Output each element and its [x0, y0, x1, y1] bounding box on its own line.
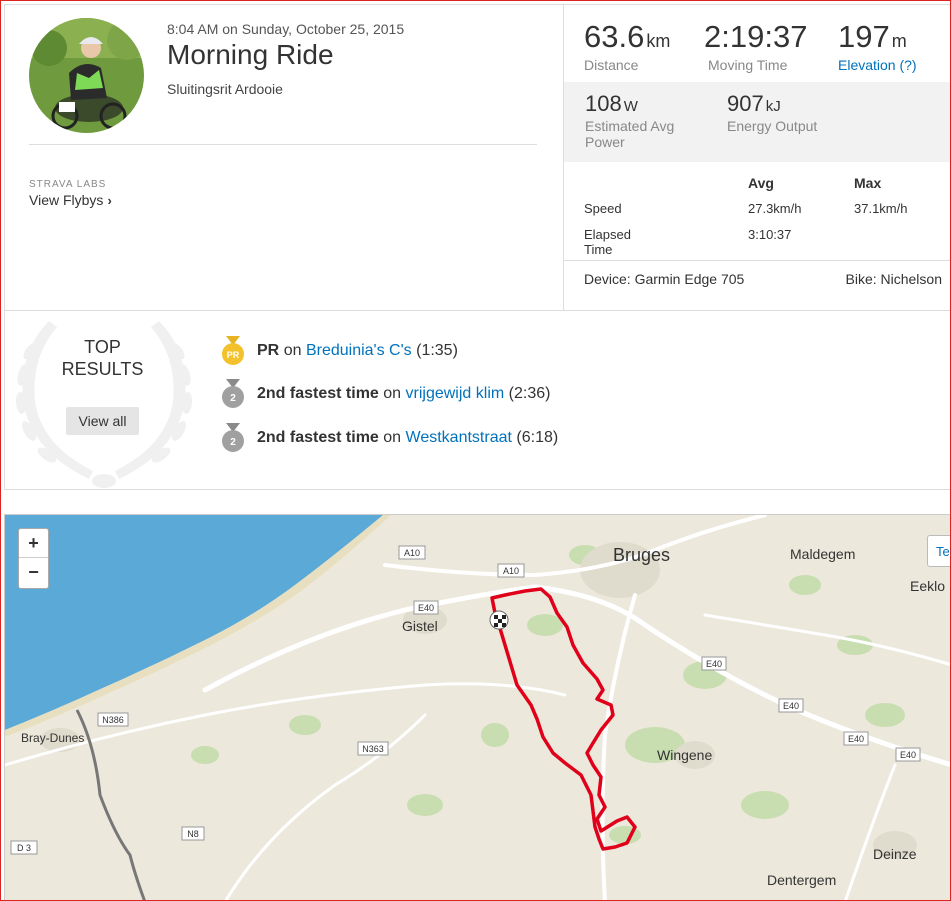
bike-info: Bike: Nichelson	[845, 271, 943, 287]
road-label-a10: A10	[404, 548, 420, 558]
effort-on: on	[383, 429, 402, 446]
top-results-title-line1: TOP	[84, 337, 121, 357]
athlete-avatar[interactable]	[29, 18, 144, 133]
top-results-title: TOP RESULTS	[45, 336, 160, 380]
moving-time-value: 2:19:37	[704, 19, 808, 54]
place-label-bruges: Bruges	[613, 545, 670, 565]
speed-label: Speed	[584, 201, 622, 216]
zoom-in-button[interactable]: +	[19, 529, 48, 558]
elevation-unit: m	[891, 31, 907, 51]
silver-medal-icon: 2	[222, 423, 244, 452]
place-label-bray-dunes: Bray-Dunes	[21, 731, 84, 745]
place-label-wingene: Wingene	[657, 747, 712, 763]
place-label-dentergem: Dentergem	[767, 872, 836, 888]
col-max-header: Max	[854, 175, 882, 191]
view-all-button[interactable]: View all	[66, 407, 139, 435]
effort-time: (6:18)	[516, 429, 559, 446]
finish-flag-icon	[489, 610, 509, 630]
effort-time: (1:35)	[416, 342, 458, 359]
device-info: Device: Garmin Edge 705	[584, 271, 745, 287]
view-flybys-label: View Flybys	[29, 192, 104, 208]
energy-value: 907	[727, 91, 764, 116]
chevron-right-icon: ›	[107, 193, 112, 208]
effort-on: on	[283, 342, 302, 359]
medal-label: PR	[227, 350, 240, 360]
route-map[interactable]: A10 A10 E40 E40 E40 E40 E40 N386 N363 N8…	[4, 514, 951, 901]
map-type-button[interactable]: Te	[927, 535, 951, 567]
effort-time: (2:36)	[508, 385, 551, 402]
place-label-maldegem: Maldegem	[790, 546, 855, 562]
effort-row: 2 2nd fastest time on vrijgewijd klim (2…	[221, 378, 550, 410]
elevation-help-link[interactable]: Elevation (?)	[838, 57, 917, 73]
medal-label: 2	[230, 437, 236, 448]
segment-link[interactable]: Breduinia's C's	[306, 342, 412, 360]
road-label-e40: E40	[783, 701, 799, 711]
strava-labs-label: STRAVA LABS	[29, 179, 107, 190]
power-unit: W	[623, 98, 638, 115]
effort-on: on	[383, 385, 402, 402]
place-label-gistel: Gistel	[402, 618, 438, 634]
divider	[564, 260, 951, 261]
activity-title: Morning Ride	[167, 39, 334, 70]
segment-link[interactable]: Westkantstraat	[406, 429, 512, 447]
effort-rank: PR	[257, 342, 280, 359]
road-label-n386: N386	[102, 715, 124, 725]
road-label-e40: E40	[418, 603, 434, 613]
speed-max: 37.1km/h	[854, 201, 908, 216]
stat-power: 108 W Estimated Avg Power	[585, 91, 674, 150]
moving-time-label: Moving Time	[708, 57, 788, 73]
zoom-out-button[interactable]: −	[19, 558, 48, 587]
road-label-e40: E40	[900, 750, 916, 760]
distance-value: 63.6	[584, 19, 645, 54]
road-label-n8: N8	[187, 829, 199, 839]
place-label-eeklo: Eeklo	[910, 578, 945, 594]
divider	[29, 144, 537, 145]
zoom-control: + −	[18, 528, 49, 589]
pr-medal-icon: PR	[222, 336, 244, 365]
power-label-line2: Power	[585, 134, 625, 150]
effort-row: 2 2nd fastest time on Westkantstraat (6:…	[221, 422, 558, 454]
speed-avg: 27.3km/h	[748, 201, 802, 216]
power-label-line1: Estimated Avg	[585, 118, 675, 134]
energy-unit: kJ	[765, 98, 781, 115]
road-label-e40: E40	[848, 734, 864, 744]
power-value: 108	[585, 91, 622, 116]
energy-label: Energy Output	[727, 118, 818, 134]
activity-description: Sluitingsrit Ardooie	[167, 81, 283, 97]
map-canvas[interactable]: A10 A10 E40 E40 E40 E40 E40 N386 N363 N8…	[5, 515, 951, 901]
elapsed-label: Elapsed Time	[584, 227, 631, 257]
stat-moving-time: 2:19:37 Moving Time	[704, 19, 807, 73]
top-results-section: TOP RESULTS View all PR PR on Breduinia'…	[4, 311, 951, 490]
effort-rank: 2nd fastest time	[257, 429, 379, 446]
activity-header: 8:04 AM on Sunday, October 25, 2015 Morn…	[4, 4, 951, 311]
secondary-stats: 108 W Estimated Avg Power 907 kJ Energy Ou…	[564, 82, 951, 162]
effort-row: PR PR on Breduinia's C's (1:35)	[221, 335, 458, 367]
road-label-a10: A10	[503, 566, 519, 576]
road-label-e40: E40	[706, 659, 722, 669]
road-label-d3: D 3	[17, 843, 31, 853]
col-avg-header: Avg	[748, 175, 774, 191]
stat-distance: 63.6 km Distance	[584, 19, 670, 73]
medal-label: 2	[230, 393, 236, 404]
segment-link[interactable]: vrijgewijd klim	[406, 385, 505, 403]
elevation-value: 197	[838, 19, 890, 54]
silver-medal-icon: 2	[222, 379, 244, 408]
stats-panel: 63.6 km Distance 2:19:37 Moving Time 197 m…	[563, 5, 951, 311]
place-label-deinze: Deinze	[873, 846, 917, 862]
effort-rank: 2nd fastest time	[257, 385, 379, 402]
stat-elevation: 197 m Elevation (?)	[838, 19, 917, 73]
activity-date: 8:04 AM on Sunday, October 25, 2015	[167, 21, 405, 37]
distance-unit: km	[646, 31, 671, 51]
elapsed-time: 3:10:37	[748, 227, 792, 242]
distance-label: Distance	[584, 57, 639, 73]
stat-energy: 907 kJ Energy Output	[727, 91, 817, 134]
view-flybys-link[interactable]: View Flybys ›	[29, 192, 112, 208]
road-label-n363: N363	[362, 744, 384, 754]
top-results-title-line2: RESULTS	[61, 359, 144, 379]
